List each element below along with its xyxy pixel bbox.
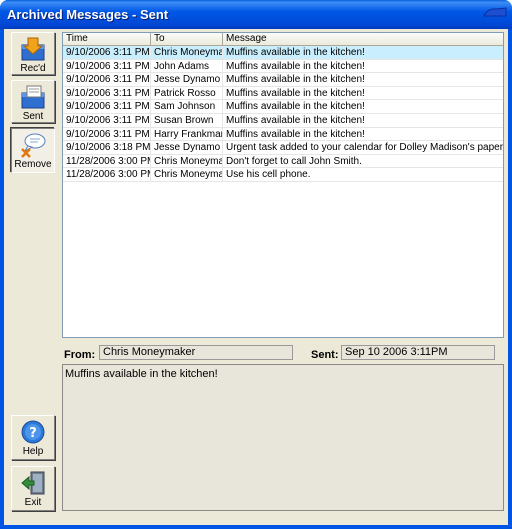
cell-time: 9/10/2006 3:18 PM: [63, 141, 151, 154]
help-label: Help: [22, 446, 44, 457]
cell-time: 9/10/2006 3:11 PM: [63, 86, 151, 100]
received-label: Rec'd: [20, 63, 46, 74]
inbox-received-icon: [21, 37, 45, 61]
cell-time: 9/10/2006 3:11 PM: [63, 127, 151, 141]
table-row[interactable]: 9/10/2006 3:11 PM Jesse Dynamo Muffins ava…: [63, 73, 503, 87]
cell-message: Muffins available in the kitchen!: [226, 74, 365, 86]
from-field: Chris Moneymaker: [99, 345, 293, 360]
received-button[interactable]: Rec'd: [11, 32, 55, 75]
cell-to: Chris Moneymaker: [151, 154, 223, 168]
cell-message: Urgent task added to your calendar for D…: [226, 142, 503, 154]
table-row[interactable]: 9/10/2006 3:18 PM Jesse Dynamo Urgent task…: [63, 141, 503, 155]
outbox-sent-icon: [21, 85, 45, 109]
cell-time: 9/10/2006 3:11 PM: [63, 73, 151, 86]
table-row[interactable]: 9/10/2006 3:11 PM Susan Brown Muffins avai…: [63, 113, 503, 128]
sent-date-label: Sent:: [311, 349, 339, 361]
cell-message: Muffins available in the kitchen!: [226, 60, 365, 72]
cell-time: 9/10/2006 3:11 PM: [63, 113, 151, 127]
archived-messages-window: Archived Messages - Sent Rec'd Sent Remo…: [0, 0, 512, 529]
cell-message: Muffins available in the kitchen!: [226, 87, 365, 99]
table-row[interactable]: 9/10/2006 3:11 PM Sam Johnson Muffins avai…: [63, 100, 503, 114]
cell-time: 9/10/2006 3:11 PM: [63, 46, 151, 59]
message-body[interactable]: Muffins available in the kitchen!: [62, 364, 504, 511]
from-label: From:: [64, 349, 96, 361]
help-icon: ?: [21, 420, 45, 444]
cell-to: Jesse Dynamo: [151, 141, 223, 154]
cell-to: Sam Johnson: [151, 100, 223, 113]
list-header: Time To Message: [63, 33, 503, 46]
client-area: Rec'd Sent Remove ? Help Exit Time To Me…: [4, 29, 508, 525]
cell-message: Don't forget to call John Smith.: [226, 155, 362, 167]
cell-to: Harry Frankman: [151, 127, 223, 141]
window-title: Archived Messages - Sent: [7, 7, 169, 22]
cell-time: 11/28/2006 3:00 PM: [63, 154, 151, 168]
table-row[interactable]: 9/10/2006 3:11 PM Patrick Rosso Muffins av…: [63, 86, 503, 101]
remove-button[interactable]: Remove: [11, 128, 55, 173]
cell-to: Jesse Dynamo: [151, 73, 223, 86]
table-row[interactable]: 11/28/2006 3:00 PMChris MoneymakerUse hi…: [63, 168, 503, 182]
message-list[interactable]: Time To Message 9/10/2006 3:11 PM Chris M…: [62, 32, 504, 338]
cell-to: Patrick Rosso: [151, 86, 223, 100]
cell-message: Use his cell phone.: [226, 169, 311, 181]
cell-to: John Adams: [151, 59, 223, 73]
remove-label: Remove: [14, 159, 52, 170]
exit-door-icon: [21, 471, 45, 495]
cell-time: 9/10/2006 3:11 PM: [63, 100, 151, 113]
cell-message: Muffins available in the kitchen!: [226, 114, 365, 126]
title-bar[interactable]: Archived Messages - Sent: [0, 0, 512, 29]
sent-button[interactable]: Sent: [11, 80, 55, 123]
column-header-to[interactable]: To: [151, 33, 223, 45]
svg-text:?: ?: [29, 426, 37, 441]
sent-label: Sent: [22, 111, 44, 122]
list-rows: 9/10/2006 3:11 PMChris MoneymakerMuffins…: [63, 46, 503, 182]
cell-message: Muffins available in the kitchen!: [226, 47, 365, 58]
window-corner-icon: [483, 7, 507, 17]
sent-date-field: Sep 10 2006 3:11PM: [341, 345, 495, 360]
cell-time: 11/28/2006 3:00 PM: [63, 168, 151, 181]
table-row[interactable]: 11/28/2006 3:00 PMChris MoneymakerDon't …: [63, 154, 503, 169]
column-header-time[interactable]: Time: [63, 33, 151, 45]
exit-button[interactable]: Exit: [11, 466, 55, 511]
cell-time: 9/10/2006 3:11 PM: [63, 59, 151, 73]
help-button[interactable]: ? Help: [11, 415, 55, 460]
cell-message: Muffins available in the kitchen!: [226, 128, 365, 140]
cell-message: Muffins available in the kitchen!: [226, 101, 365, 113]
cell-to: Susan Brown: [151, 113, 223, 127]
cell-to: Chris Moneymaker: [151, 168, 223, 181]
exit-label: Exit: [24, 497, 42, 508]
table-row[interactable]: 9/10/2006 3:11 PM John Adams Muffins avail…: [63, 59, 503, 74]
column-header-message[interactable]: Message: [223, 33, 503, 45]
table-row[interactable]: 9/10/2006 3:11 PMChris MoneymakerMuffins…: [63, 46, 503, 60]
table-row[interactable]: 9/10/2006 3:11 PM Harry Frankman Muffins a…: [63, 127, 503, 142]
remove-message-icon: [21, 133, 46, 158]
cell-to: Chris Moneymaker: [151, 46, 223, 59]
